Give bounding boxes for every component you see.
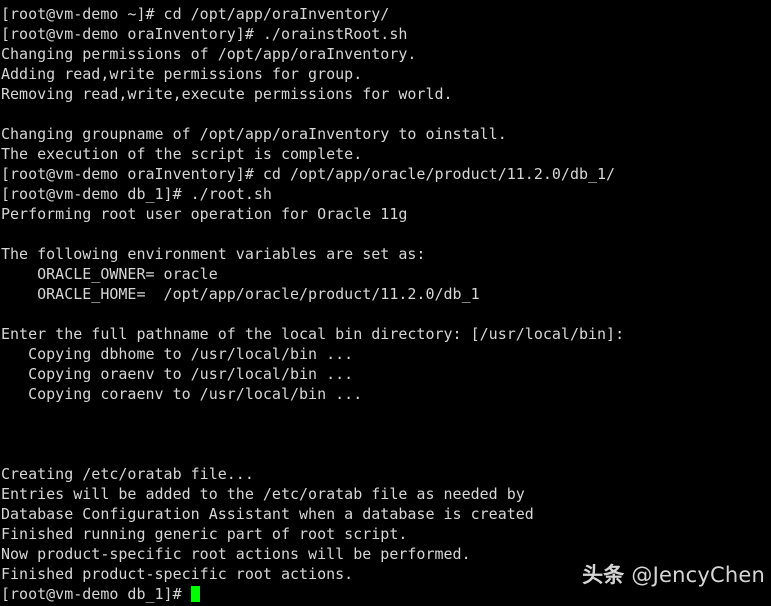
terminal-window[interactable]: [root@vm-demo ~]# cd /opt/app/oraInvento… xyxy=(0,0,771,606)
terminal-cursor xyxy=(190,586,200,602)
terminal-line: Creating /etc/oratab file... xyxy=(1,465,254,483)
terminal-prompt-line[interactable]: [root@vm-demo db_1]# xyxy=(1,584,771,604)
terminal-line: The execution of the script is complete. xyxy=(1,145,363,163)
terminal-line: Copying oraenv to /usr/local/bin ... xyxy=(1,365,354,383)
terminal-line: Removing read,write,execute permissions … xyxy=(1,85,453,103)
terminal-line: Copying dbhome to /usr/local/bin ... xyxy=(1,345,354,363)
terminal-line: [root@vm-demo oraInventory]# cd /opt/app… xyxy=(1,165,616,183)
terminal-line: [root@vm-demo oraInventory]# ./orainstRo… xyxy=(1,25,408,43)
terminal-line: Now product-specific root actions will b… xyxy=(1,545,471,563)
terminal-line: ORACLE_OWNER= oracle xyxy=(1,265,218,283)
watermark-handle: @JencyChen xyxy=(631,563,765,587)
terminal-line: Changing permissions of /opt/app/oraInve… xyxy=(1,45,417,63)
terminal-line: Database Configuration Assistant when a … xyxy=(1,505,534,523)
terminal-line: Entries will be added to the /etc/oratab… xyxy=(1,485,525,503)
terminal-line: ORACLE_HOME= /opt/app/oracle/product/11.… xyxy=(1,285,480,303)
terminal-line: Performing root user operation for Oracl… xyxy=(1,205,408,223)
watermark-source-label: 头条 xyxy=(582,563,625,587)
terminal-line: Adding read,write permissions for group. xyxy=(1,65,363,83)
terminal-line: Changing groupname of /opt/app/oraInvent… xyxy=(1,125,507,143)
terminal-output: [root@vm-demo ~]# cd /opt/app/oraInvento… xyxy=(1,4,771,584)
prompt-text: [root@vm-demo db_1]# xyxy=(1,585,191,603)
terminal-line: Enter the full pathname of the local bin… xyxy=(1,325,625,343)
terminal-line: [root@vm-demo ~]# cd /opt/app/oraInvento… xyxy=(1,5,390,23)
terminal-line: Copying coraenv to /usr/local/bin ... xyxy=(1,385,363,403)
terminal-line: Finished running generic part of root sc… xyxy=(1,525,408,543)
terminal-line: The following environment variables are … xyxy=(1,245,426,263)
watermark: 头条 @JencyChen xyxy=(582,563,765,587)
terminal-line: [root@vm-demo db_1]# ./root.sh xyxy=(1,185,272,203)
